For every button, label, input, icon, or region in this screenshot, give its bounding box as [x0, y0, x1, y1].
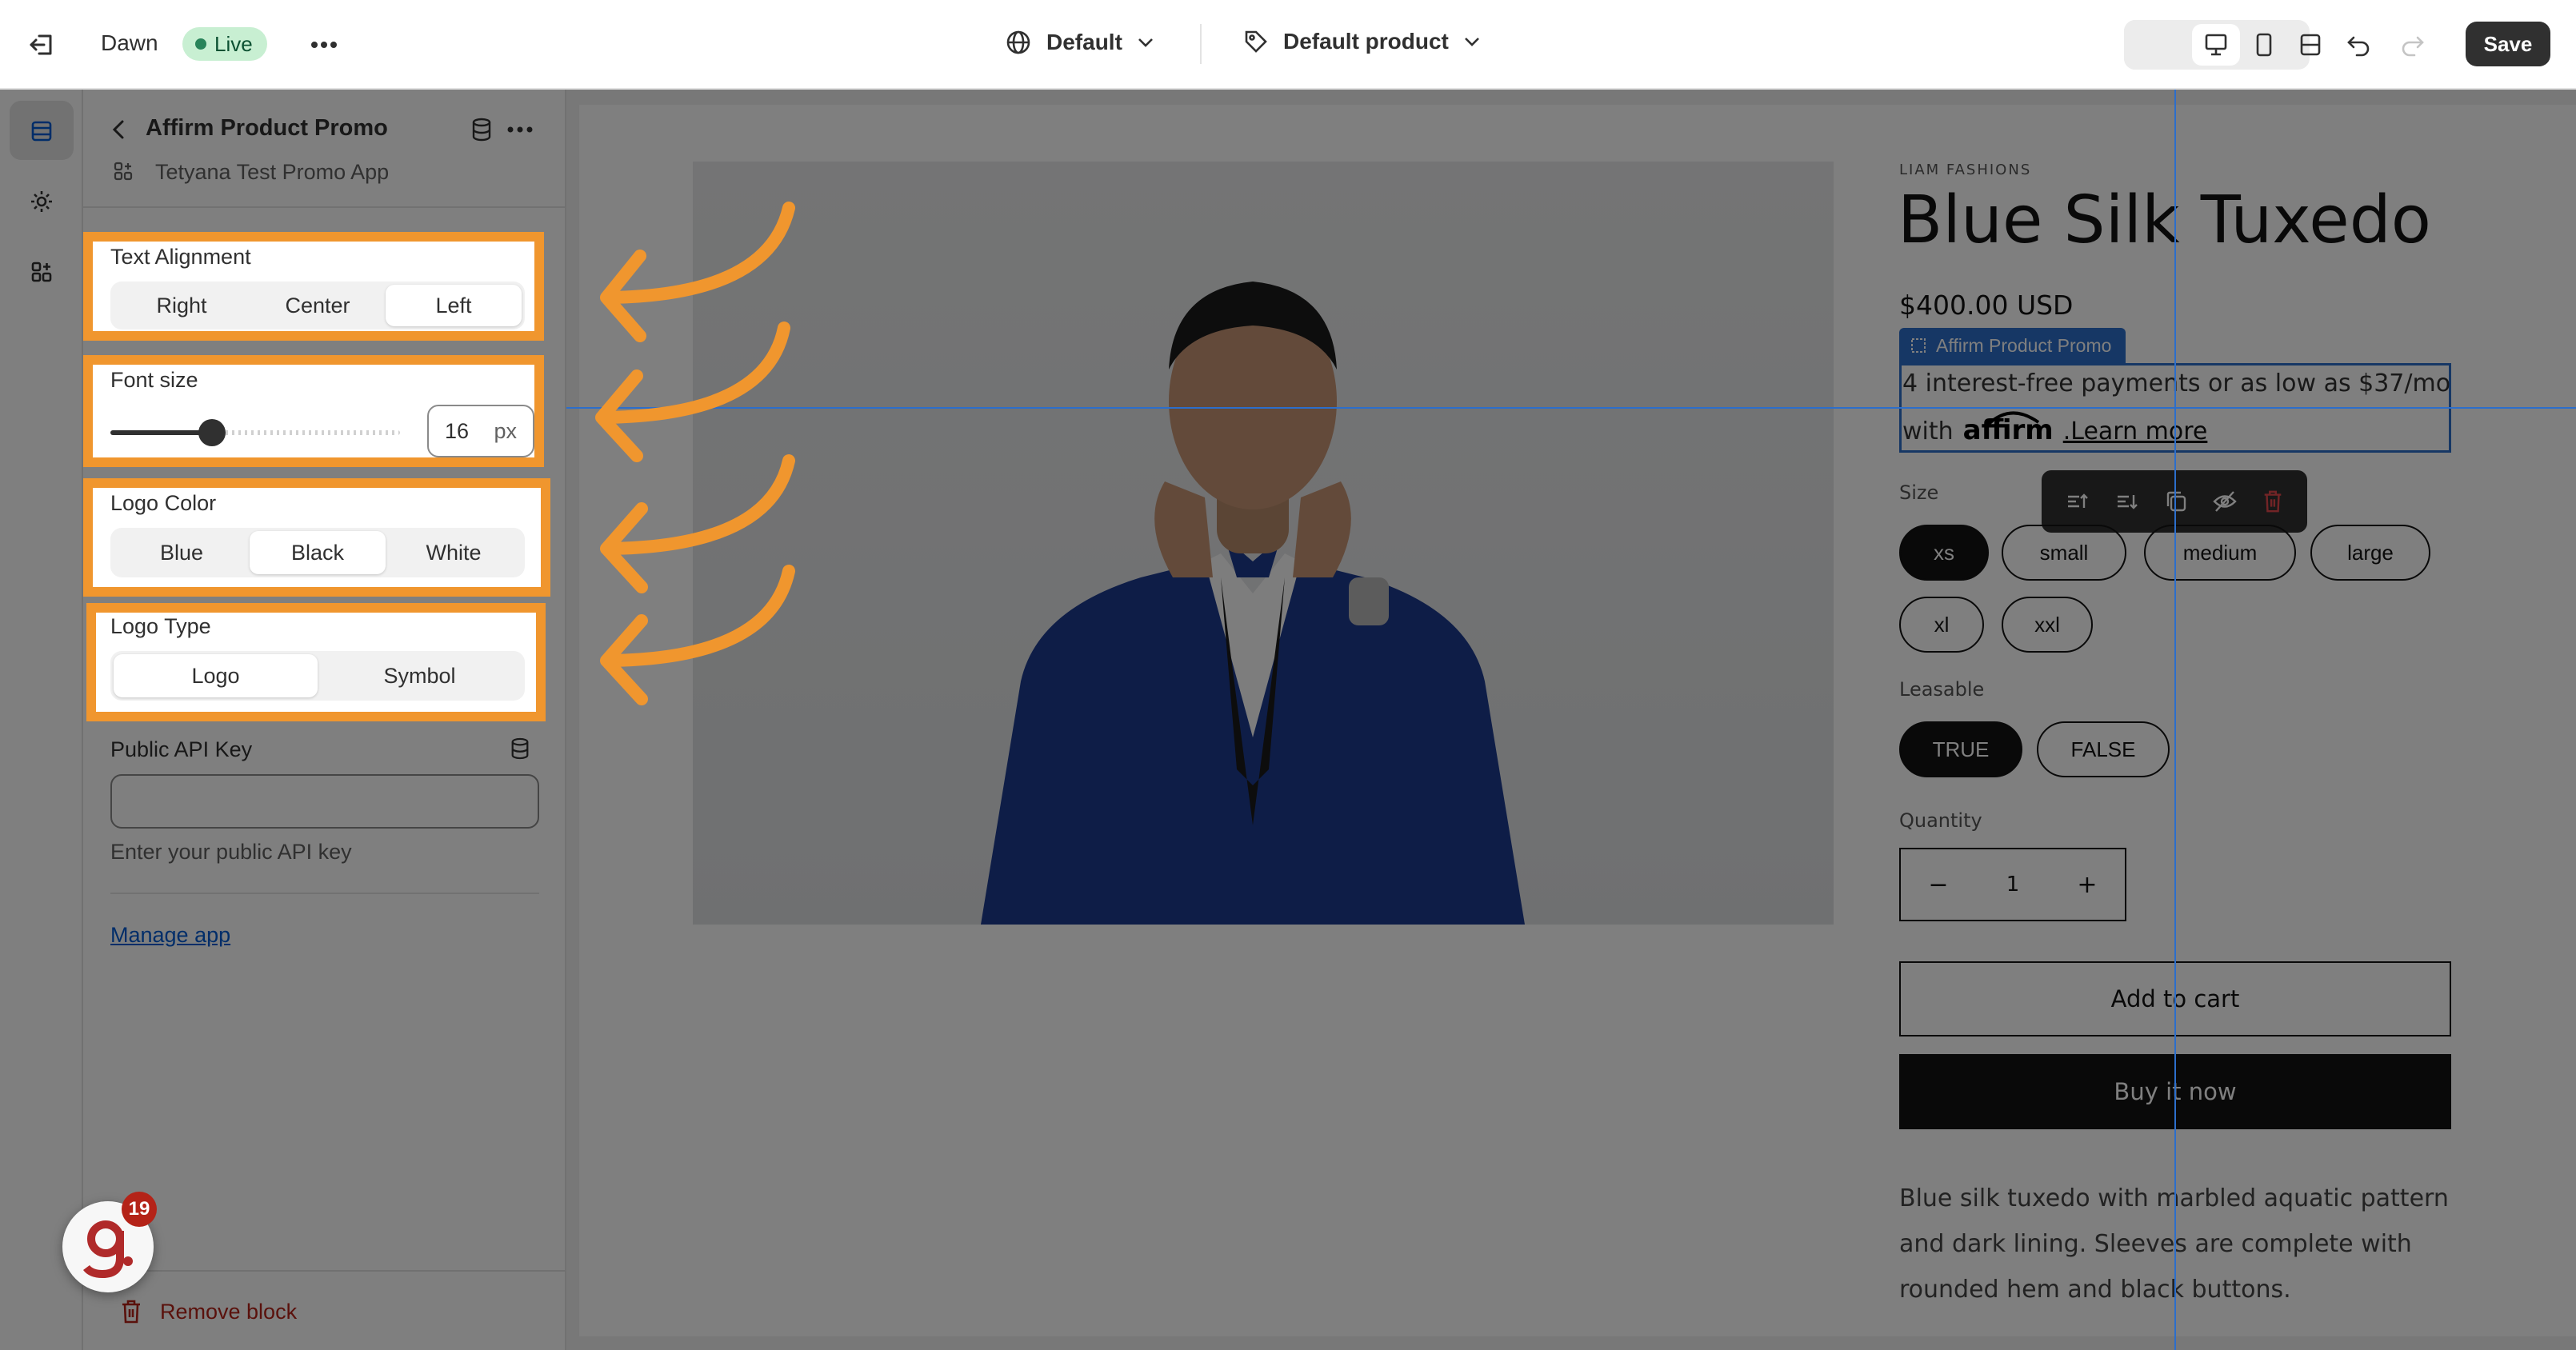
logo-type-control: Logo Symbol	[110, 651, 525, 701]
font-size-card: Font size 16 px	[93, 365, 534, 457]
logo-type-card: Logo Type Logo Symbol	[96, 613, 536, 712]
language-select[interactable]: Default	[1005, 29, 1154, 56]
arrow-logo-color	[602, 454, 795, 555]
text-alignment-control: Right Center Left	[110, 282, 525, 330]
undo-button[interactable]	[2338, 24, 2379, 66]
chevron-down-icon	[1464, 38, 1479, 46]
globe-icon	[1006, 30, 1030, 54]
logo-color-label: Logo Color	[110, 491, 217, 515]
align-center-option[interactable]: Center	[250, 285, 386, 326]
logo-type-logo-option[interactable]: Logo	[114, 654, 318, 697]
font-size-slider-fill	[110, 430, 212, 435]
template-select[interactable]: Default product	[1243, 29, 1481, 54]
font-size-label: Font size	[110, 368, 198, 392]
notification-count-badge: 19	[122, 1192, 157, 1227]
desktop-view-button[interactable]	[2192, 24, 2240, 66]
theme-name: Dawn	[101, 30, 158, 55]
tag-icon	[1245, 30, 1267, 53]
g-logo-icon	[83, 1220, 133, 1279]
mobile-view-button[interactable]	[2242, 24, 2286, 66]
status-dot	[195, 38, 206, 50]
logo-type-label: Logo Type	[110, 614, 211, 638]
more-options-icon[interactable]	[306, 27, 342, 62]
language-select-label: Default	[1046, 30, 1122, 54]
divider	[1200, 24, 1202, 64]
logo-color-white-option[interactable]: White	[386, 531, 522, 574]
desktop-icon	[2205, 34, 2227, 56]
align-right-option[interactable]: Right	[114, 285, 250, 326]
vertical-guide-line	[2174, 90, 2176, 1350]
annotation-arrows	[595, 202, 795, 705]
text-alignment-card: Text Alignment Right Center Left	[93, 242, 534, 331]
layout-icon	[2300, 34, 2321, 56]
font-size-value: 16	[445, 418, 470, 443]
exit-icon[interactable]	[24, 27, 59, 62]
save-button[interactable]: Save	[2466, 22, 2550, 66]
logo-color-blue-option[interactable]: Blue	[114, 531, 250, 574]
logo-color-black-option[interactable]: Black	[250, 531, 386, 574]
chevron-down-icon	[1138, 38, 1153, 47]
status-badge-label: Live	[214, 31, 253, 56]
font-size-input[interactable]: 16 px	[427, 405, 534, 457]
text-alignment-label: Text Alignment	[110, 245, 251, 269]
top-bar: Dawn Live Default Default product Save	[0, 0, 2576, 90]
font-size-slider-thumb[interactable]	[198, 419, 226, 446]
arrow-font-size	[597, 322, 790, 424]
redo-icon	[2402, 36, 2424, 57]
fullwidth-view-button[interactable]	[2288, 24, 2333, 66]
font-size-unit: px	[494, 418, 517, 443]
logo-color-control: Blue Black White	[110, 528, 525, 577]
status-badge: Live	[182, 27, 267, 61]
logo-color-card: Logo Color Blue Black White	[93, 488, 541, 587]
mobile-icon	[2256, 33, 2272, 57]
redo-button[interactable]	[2392, 24, 2434, 66]
template-select-label: Default product	[1283, 29, 1449, 54]
logo-type-symbol-option[interactable]: Symbol	[318, 654, 522, 697]
undo-icon	[2347, 36, 2370, 57]
horizontal-guide-line	[566, 407, 2576, 409]
align-left-option[interactable]: Left	[386, 285, 522, 326]
